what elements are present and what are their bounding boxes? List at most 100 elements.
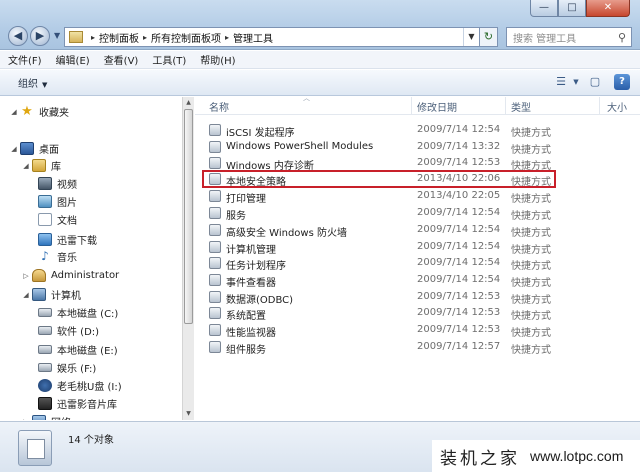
file-row[interactable]: 系统配置 2009/7/14 12:53 快捷方式 [205, 305, 635, 322]
nav-drive-f[interactable]: 娱乐 (F:) [38, 359, 96, 376]
scroll-down-icon[interactable]: ▼ [183, 408, 194, 420]
help-icon[interactable]: ? [614, 74, 630, 90]
preview-pane-icon[interactable]: ▢ [586, 74, 604, 90]
film-icon [38, 397, 52, 410]
menu-file[interactable]: 文件(F) [8, 52, 42, 67]
column-header-date[interactable]: 修改日期 [417, 99, 457, 114]
back-button[interactable]: ◀ [8, 26, 28, 46]
file-row[interactable]: iSCSI 发起程序 2009/7/14 12:54 快捷方式 [205, 122, 635, 139]
shortcut-icon [209, 341, 221, 353]
search-input[interactable]: 搜索 管理工具 [513, 30, 613, 45]
column-header-type[interactable]: 类型 [511, 99, 531, 114]
breadcrumb-admin-tools[interactable]: 管理工具 [233, 30, 273, 45]
nav-drive-c[interactable]: 本地磁盘 (C:) [38, 304, 118, 321]
tree-arrow-icon[interactable]: ▷ [20, 272, 32, 280]
breadcrumb-separator[interactable]: ▸ [91, 33, 95, 42]
nav-label: Administrator [51, 270, 120, 281]
nav-label: 娱乐 (F:) [57, 364, 97, 375]
file-row[interactable]: 高级安全 Windows 防火墙 2009/7/14 12:54 快捷方式 [205, 222, 635, 239]
file-type: 快捷方式 [511, 345, 551, 356]
view-options-icon[interactable]: ☰ [552, 74, 570, 90]
download-folder-icon [38, 233, 52, 246]
nav-drive-d[interactable]: 软件 (D:) [38, 322, 99, 339]
nav-label: 本地磁盘 (C:) [57, 309, 119, 320]
nav-label: 网络 [51, 414, 71, 420]
control-panel-icon [69, 31, 83, 43]
file-row[interactable]: 事件查看器 2009/7/14 12:54 快捷方式 [205, 272, 635, 289]
column-divider[interactable] [599, 97, 600, 115]
address-dropdown-icon[interactable]: ▼ [463, 28, 479, 46]
nav-network[interactable]: ▷ 网络 [20, 413, 71, 420]
chevron-down-icon[interactable]: ▼ [572, 74, 580, 90]
recent-pages-dropdown[interactable]: ▼ [54, 26, 60, 46]
menu-tools[interactable]: 工具(T) [152, 52, 186, 67]
forward-button[interactable]: ▶ [30, 26, 50, 46]
nav-video[interactable]: 视频 [38, 175, 77, 192]
nav-libraries[interactable]: ◢ 库 [20, 157, 61, 174]
file-row[interactable]: 性能监视器 2009/7/14 12:53 快捷方式 [205, 322, 635, 339]
nav-thunder-library[interactable]: 迅雷影音片库 [38, 395, 117, 412]
nav-user[interactable]: ▷ Administrator [20, 267, 119, 284]
file-row[interactable]: 组件服务 2009/7/14 12:57 快捷方式 [205, 339, 635, 356]
file-row[interactable]: 打印管理 2013/4/10 22:05 快捷方式 [205, 188, 635, 205]
file-type: 快捷方式 [511, 211, 551, 222]
breadcrumb-separator[interactable]: ▸ [225, 33, 229, 42]
user-folder-icon [32, 269, 46, 282]
tree-arrow-icon[interactable]: ◢ [20, 291, 32, 299]
file-name: 系统配置 [226, 311, 266, 322]
file-name: 数据源(ODBC) [226, 295, 294, 306]
menu-help[interactable]: 帮助(H) [200, 52, 235, 67]
file-name: 性能监视器 [226, 328, 276, 339]
column-header-size[interactable]: 大小 [607, 99, 627, 114]
column-divider[interactable] [411, 97, 412, 115]
breadcrumb-control-panel[interactable]: 控制面板 [99, 30, 139, 45]
tree-arrow-icon[interactable]: ◢ [20, 162, 32, 170]
scroll-up-icon[interactable]: ▲ [183, 97, 194, 109]
tree-arrow-icon[interactable]: ◢ [8, 108, 20, 116]
nav-computer[interactable]: ◢ 计算机 [20, 286, 81, 303]
nav-thunder-downloads[interactable]: 迅雷下载 [38, 231, 97, 248]
file-row[interactable]: 任务计划程序 2009/7/14 12:54 快捷方式 [205, 255, 635, 272]
close-button[interactable]: ✕ [586, 0, 630, 17]
organize-button[interactable]: 组织 ▼ [18, 75, 47, 90]
breadcrumb-all-items[interactable]: 所有控制面板项 [151, 30, 221, 45]
file-row[interactable]: 数据源(ODBC) 2009/7/14 12:53 快捷方式 [205, 289, 635, 306]
nav-documents[interactable]: 文档 [38, 211, 77, 228]
file-row[interactable]: 服务 2009/7/14 12:54 快捷方式 [205, 205, 635, 222]
menu-view[interactable]: 查看(V) [104, 52, 139, 67]
file-row[interactable]: Windows PowerShell Modules 2009/7/14 13:… [205, 139, 635, 156]
column-divider[interactable] [505, 97, 506, 115]
shortcut-icon [209, 241, 221, 253]
scroll-thumb[interactable] [184, 109, 193, 324]
nav-drive-e[interactable]: 本地磁盘 (E:) [38, 341, 118, 358]
column-header-name[interactable]: 名称 [209, 99, 229, 114]
file-type: 快捷方式 [511, 245, 551, 256]
nav-label: 文档 [57, 216, 77, 227]
tree-arrow-icon[interactable]: ▷ [20, 418, 32, 421]
command-bar: 组织 ▼ ☰ ▼ ▢ ? [0, 70, 640, 96]
tree-arrow-icon[interactable]: ◢ [8, 145, 20, 153]
nav-pictures[interactable]: 图片 [38, 193, 77, 210]
file-name: Windows PowerShell Modules [226, 141, 374, 152]
shortcut-icon [209, 141, 221, 153]
file-name: 事件查看器 [226, 278, 276, 289]
address-bar[interactable]: ▸ 控制面板 ▸ 所有控制面板项 ▸ 管理工具 ▼ ↻ [64, 27, 498, 47]
search-box[interactable]: 搜索 管理工具 ⚲ [506, 27, 632, 47]
menu-edit[interactable]: 编辑(E) [56, 52, 90, 67]
file-row[interactable]: 计算机管理 2009/7/14 12:54 快捷方式 [205, 239, 635, 256]
nav-label: 图片 [57, 198, 77, 209]
search-icon[interactable]: ⚲ [613, 31, 631, 44]
refresh-icon[interactable]: ↻ [479, 28, 497, 46]
nav-music[interactable]: ♪ 音乐 [38, 248, 77, 265]
music-note-icon: ♪ [41, 249, 49, 263]
maximize-button[interactable]: □ [558, 0, 586, 17]
minimize-button[interactable]: — [530, 0, 558, 17]
file-row[interactable]: Windows 内存诊断 2009/7/14 12:53 快捷方式 [205, 155, 635, 172]
file-row-highlighted[interactable]: 本地安全策略 2013/4/10 22:06 快捷方式 [202, 170, 556, 188]
nav-favorites[interactable]: ◢ ★ 收藏夹 [8, 103, 69, 120]
nav-drive-i[interactable]: 老毛桃U盘 (I:) [38, 377, 122, 394]
breadcrumb-separator[interactable]: ▸ [143, 33, 147, 42]
file-type: 快捷方式 [511, 311, 551, 322]
nav-desktop[interactable]: ◢ 桌面 [8, 140, 59, 157]
nav-pane-scrollbar[interactable]: ▲ ▼ [182, 97, 194, 420]
